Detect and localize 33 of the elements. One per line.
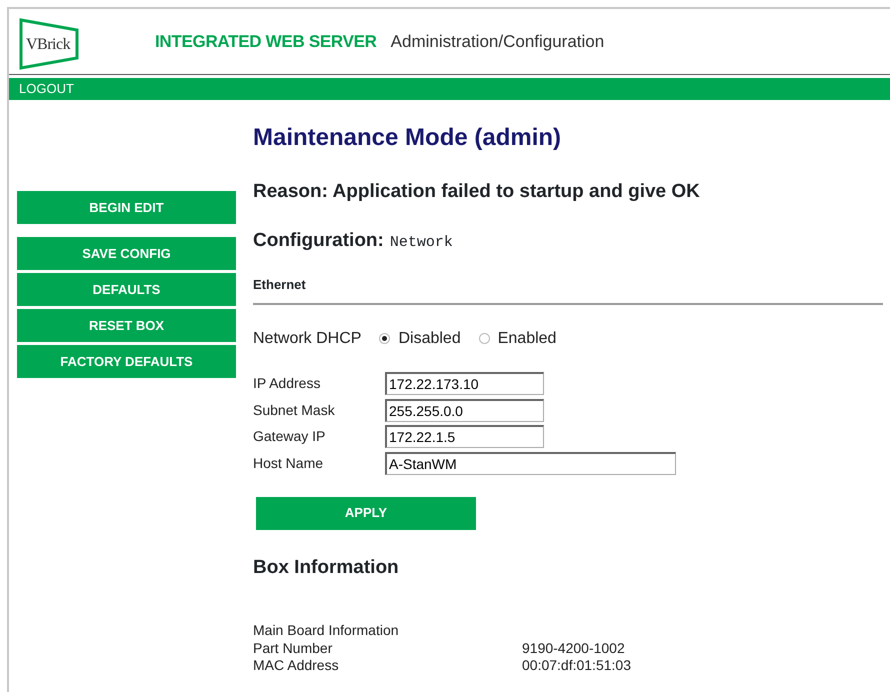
section-heading: Ethernet (253, 275, 883, 304)
sidebar-button[interactable]: DEFAULTS (17, 273, 236, 306)
field-label: Host Name (253, 454, 324, 473)
configuration-value: Network (390, 232, 453, 252)
page-title: Maintenance Mode (admin) (253, 123, 562, 153)
info-label: Part Number (253, 640, 334, 657)
sidebar-button[interactable]: FACTORY DEFAULTS (17, 345, 236, 378)
input-field[interactable]: A-StanWM (385, 452, 676, 475)
info-label: MAC Address (253, 657, 340, 674)
reason-text: Reason: Application failed to startup and give OK (253, 180, 701, 204)
info-value: 00:07:df:01:51:03 (522, 657, 631, 674)
input-field[interactable]: 255.255.0.0 (385, 398, 544, 422)
radio-button[interactable] (379, 333, 390, 344)
field-label: Subnet Mask (253, 400, 336, 420)
sidebar-button[interactable]: RESET BOX (17, 309, 236, 342)
radio-label: Disabled (398, 328, 461, 348)
field-label: Network DHCP (253, 328, 362, 348)
logout-link[interactable]: LOGOUT (19, 79, 74, 99)
input-field[interactable]: 172.22.173.10 (385, 372, 544, 396)
page-section-title: Administration/Configuration (390, 30, 604, 53)
box-information-title: Box Information (253, 556, 400, 580)
radio-button[interactable] (478, 333, 490, 344)
field-label: IP Address (253, 374, 322, 394)
sidebar-button[interactable]: BEGIN EDIT (17, 191, 236, 224)
product-name: INTEGRATED WEB SERVER (155, 30, 377, 53)
info-heading: Main Board Information (253, 622, 400, 640)
info-value: 9190-4200-1002 (522, 640, 625, 657)
configuration-label: Configuration: (253, 228, 384, 252)
apply-button[interactable]: APPLY (256, 496, 476, 530)
radio-label: Enabled (498, 328, 556, 348)
sidebar-button[interactable]: SAVE CONFIG (17, 237, 236, 270)
input-field[interactable]: 172.22.1.5 (385, 425, 544, 448)
field-label: Gateway IP (253, 427, 326, 446)
